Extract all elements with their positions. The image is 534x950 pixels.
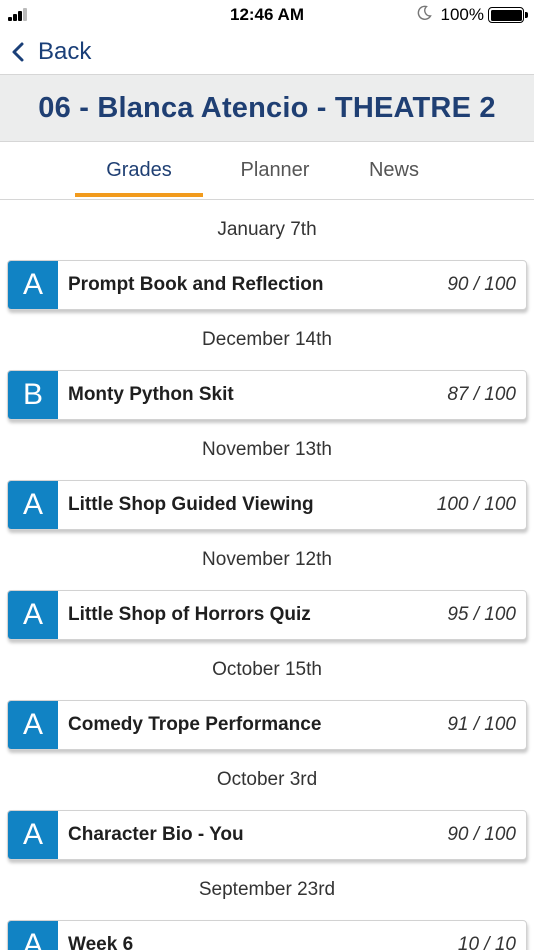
grade-card[interactable]: B Monty Python Skit 87 / 100	[7, 370, 527, 420]
battery-icon	[488, 7, 528, 23]
back-button[interactable]: Back	[10, 35, 91, 69]
grade-card[interactable]: A Week 6 10 / 10	[7, 920, 527, 950]
tab-bar: Grades Planner News	[0, 142, 534, 200]
grade-card[interactable]: A Little Shop of Horrors Quiz 95 / 100	[7, 590, 527, 640]
grade-letter-badge: A	[8, 811, 58, 859]
grade-card[interactable]: A Character Bio - You 90 / 100	[7, 810, 527, 860]
grade-letter-badge: A	[8, 921, 58, 950]
tab-planner[interactable]: Planner	[212, 142, 338, 199]
date-header: October 15th	[212, 659, 322, 680]
assignment-name: Little Shop of Horrors Quiz	[68, 604, 311, 625]
date-header: November 13th	[202, 439, 332, 460]
date-header: October 3rd	[216, 769, 318, 790]
grade-card[interactable]: A Comedy Trope Performance 91 / 100	[7, 700, 527, 750]
tab-news-label: News	[368, 159, 419, 181]
status-bar: 12:46 AM 100%	[0, 0, 534, 30]
date-header: November 12th	[202, 549, 332, 570]
page-title: 06 - Blanca Atencio - THEATRE 2	[38, 91, 496, 124]
tab-grades[interactable]: Grades	[75, 142, 203, 199]
grades-list: January 7th A Prompt Book and Reflection…	[0, 200, 534, 950]
date-header: January 7th	[217, 219, 317, 240]
grade-letter-badge: A	[8, 261, 58, 309]
battery-percentage: 100%	[440, 5, 484, 24]
grade-letter-badge: A	[8, 701, 58, 749]
assignment-name: Monty Python Skit	[68, 384, 234, 405]
assignment-name: Comedy Trope Performance	[68, 714, 322, 735]
page-header: 06 - Blanca Atencio - THEATRE 2	[0, 74, 534, 142]
tab-news[interactable]: News	[340, 142, 448, 199]
grade-letter-badge: A	[8, 481, 58, 529]
assignment-score: 100 / 100	[436, 494, 516, 515]
assignment-score: 87 / 100	[447, 384, 516, 405]
date-header: December 14th	[202, 329, 332, 350]
assignment-score: 91 / 100	[447, 714, 516, 735]
assignment-name: Week 6	[68, 934, 134, 950]
assignment-name: Little Shop Guided Viewing	[68, 494, 314, 515]
chevron-left-icon	[12, 42, 24, 62]
tab-grades-label: Grades	[106, 159, 172, 181]
moon-icon	[417, 5, 432, 20]
assignment-name: Character Bio - You	[68, 824, 244, 845]
tab-planner-label: Planner	[240, 159, 310, 181]
active-tab-indicator	[75, 193, 203, 197]
assignment-score: 90 / 100	[447, 274, 516, 295]
assignment-name: Prompt Book and Reflection	[68, 274, 324, 295]
assignment-score: 95 / 100	[447, 604, 516, 625]
grade-card[interactable]: A Little Shop Guided Viewing 100 / 100	[7, 480, 527, 530]
assignment-score: 10 / 10	[457, 934, 516, 950]
grade-letter-badge: A	[8, 591, 58, 639]
date-header: September 23rd	[198, 879, 336, 900]
grade-letter-badge: B	[8, 371, 58, 419]
grade-card[interactable]: A Prompt Book and Reflection 90 / 100	[7, 260, 527, 310]
assignment-score: 90 / 100	[447, 824, 516, 845]
back-label: Back	[38, 38, 92, 65]
